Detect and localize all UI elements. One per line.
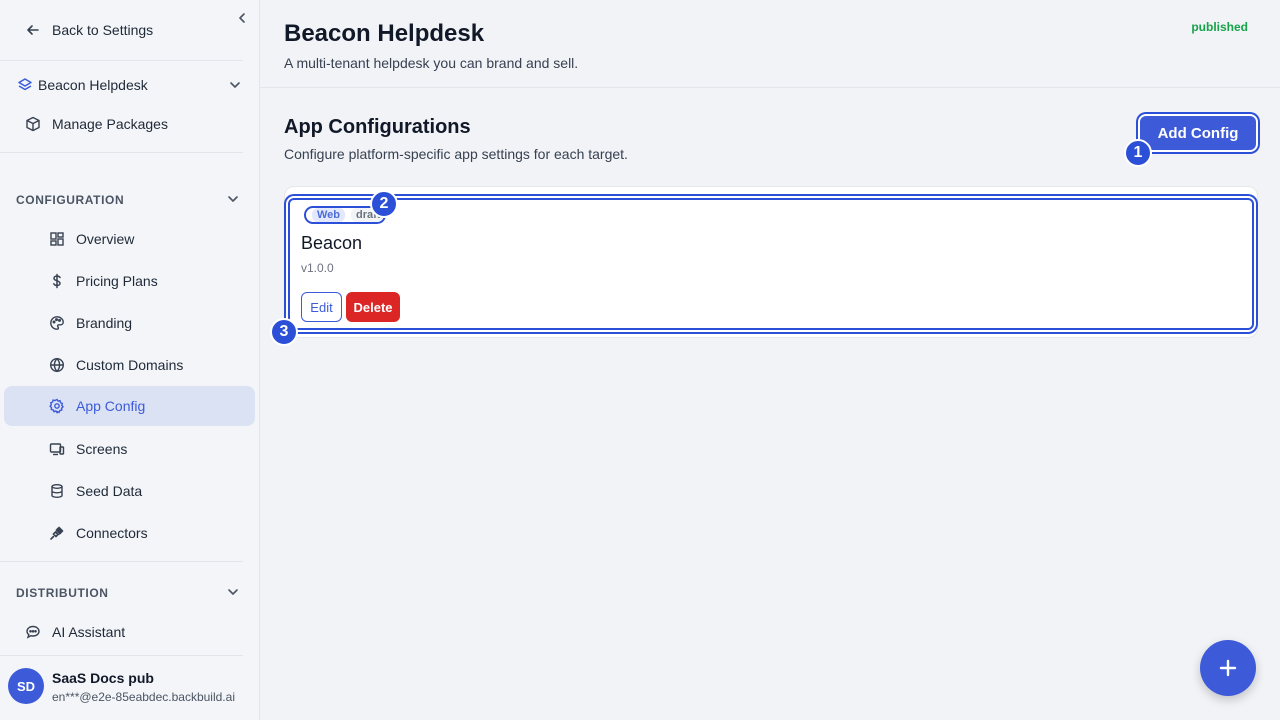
manage-packages-link[interactable]: Manage Packages <box>24 115 168 133</box>
arrow-left-icon <box>24 21 42 39</box>
sidebar-item-connectors[interactable]: Connectors <box>4 513 255 553</box>
divider <box>0 561 243 562</box>
page-subtitle: A multi-tenant helpdesk you can brand an… <box>284 55 579 71</box>
layers-icon <box>16 76 34 94</box>
sidebar-item-label: Screens <box>76 441 128 457</box>
avatar[interactable]: SD <box>8 668 44 704</box>
globe-icon <box>48 356 66 374</box>
database-icon <box>48 482 66 500</box>
status-badge: published <box>1191 20 1248 34</box>
project-label: Beacon Helpdesk <box>38 77 148 93</box>
section-title: App Configurations <box>284 116 471 138</box>
palette-icon <box>48 314 66 332</box>
chat-bubble-icon <box>24 623 42 641</box>
sidebar-item-overview[interactable]: Overview <box>4 219 255 259</box>
divider <box>0 655 243 656</box>
chevron-down-icon[interactable] <box>226 192 240 206</box>
chevron-down-icon[interactable] <box>226 585 240 599</box>
distribution-section-title: DISTRIBUTION <box>16 586 109 600</box>
sidebar: Back to Settings Beacon Helpdesk Manage … <box>0 0 260 720</box>
annotation-badge-3: 3 <box>270 318 298 346</box>
page-title: Beacon Helpdesk <box>284 20 485 47</box>
back-to-settings-link[interactable]: Back to Settings <box>24 21 153 39</box>
sidebar-item-custom-domains[interactable]: Custom Domains <box>4 345 255 385</box>
divider <box>0 60 243 61</box>
sidebar-item-label: Overview <box>76 231 135 247</box>
sidebar-item-label: Branding <box>76 315 133 331</box>
sidebar-item-branding[interactable]: Branding <box>4 303 255 343</box>
divider <box>0 152 243 153</box>
chevron-down-icon[interactable] <box>228 78 242 92</box>
sidebar-item-label: Connectors <box>76 525 148 541</box>
project-selector[interactable]: Beacon Helpdesk <box>16 76 148 94</box>
sidebar-item-seed-data[interactable]: Seed Data <box>4 471 255 511</box>
edit-button[interactable]: Edit <box>301 292 342 322</box>
section-subtitle: Configure platform-specific app settings… <box>284 146 628 162</box>
manage-label: Manage Packages <box>52 116 168 132</box>
sidebar-item-pricing-plans[interactable]: Pricing Plans <box>4 261 255 301</box>
user-name: SaaS Docs pub <box>52 670 154 686</box>
sidebar-item-label: Custom Domains <box>76 357 184 373</box>
annotation-badge-1: 1 <box>1124 139 1152 167</box>
user-email: en***@e2e-85eabdec.backbuild.ai <box>52 690 235 704</box>
back-label: Back to Settings <box>52 22 154 38</box>
delete-button[interactable]: Delete <box>346 292 400 322</box>
sidebar-item-screens[interactable]: Screens <box>4 429 255 469</box>
platform-tag: Web <box>312 208 346 222</box>
annotation-badge-2: 2 <box>370 190 398 218</box>
page-header: Beacon Helpdesk A multi-tenant helpdesk … <box>260 0 1280 88</box>
gear-icon <box>48 397 66 415</box>
config-name: Beacon <box>301 233 363 253</box>
dollar-icon <box>48 272 66 290</box>
ai-assistant-link[interactable]: AI Assistant <box>24 623 125 641</box>
collapse-sidebar-icon[interactable] <box>235 11 249 25</box>
plug-icon <box>48 524 66 542</box>
add-config-button[interactable]: Add Config <box>1140 116 1256 150</box>
devices-icon <box>48 440 66 458</box>
sidebar-item-label: Pricing Plans <box>76 273 158 289</box>
sidebar-item-label: Seed Data <box>76 483 143 499</box>
plus-icon <box>1219 659 1237 677</box>
sidebar-item-app-config[interactable]: App Config <box>4 386 255 426</box>
config-card[interactable] <box>288 198 1254 330</box>
fab-add-button[interactable] <box>1200 640 1256 696</box>
configuration-section-title: CONFIGURATION <box>16 193 125 207</box>
package-icon <box>24 115 42 133</box>
main-content: Beacon Helpdesk A multi-tenant helpdesk … <box>260 0 1280 720</box>
ai-assistant-label: AI Assistant <box>52 624 126 640</box>
sidebar-item-label: App Config <box>76 398 146 414</box>
config-version: v1.0.0 <box>301 261 334 275</box>
grid-icon <box>48 230 66 248</box>
